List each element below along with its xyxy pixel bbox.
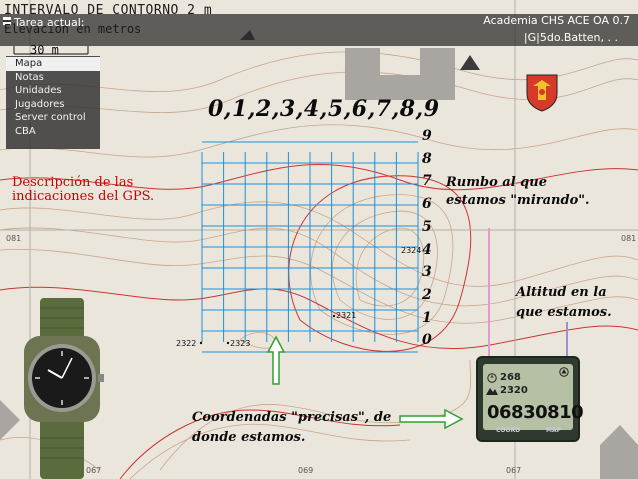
elevation-label: 2323 [230, 339, 251, 348]
gps-soft-key-right[interactable]: MAP [546, 427, 561, 434]
coordinates-annotation: Coordenadas "precisas", de donde estamos… [192, 408, 391, 448]
menu-item-jugadores[interactable]: Jugadores [6, 98, 100, 112]
grid-number: 4 [422, 241, 432, 258]
gps-soft-key-left[interactable]: COORD [496, 427, 520, 434]
annotation-line: indicaciones del GPS. [12, 189, 155, 204]
elevation-label: 2324 [401, 246, 422, 255]
map-legend-subtitle: Elevación en metros [4, 22, 142, 36]
gps-screen: 268 2320 06830810 [483, 364, 584, 430]
grid-digits-annotation: 0,1,2,3,4,5,6,7,8,9 [208, 96, 440, 122]
player-name: |G|5do.Batten, . . [523, 31, 618, 44]
grid-number: 7 [422, 173, 432, 190]
menu-item-notas[interactable]: Notas [6, 71, 100, 85]
compass-icon [487, 373, 497, 383]
gps-device[interactable]: 268 2320 06830810 COORD MAP [476, 356, 584, 442]
grid-number: 8 [422, 150, 432, 167]
annotation-line: Altitud en la [516, 285, 607, 300]
grid-number: 3 [422, 264, 432, 281]
server-name: Academia CHS ACE OA 0.7 [483, 14, 630, 27]
unit-emblem-icon [526, 74, 558, 112]
elevation-label: 2322 [176, 339, 197, 348]
gps-heading-value: 268 [500, 372, 521, 383]
menu-item-cba[interactable]: CBA [6, 125, 100, 139]
annotation-line: estamos "mirando". [446, 193, 590, 208]
mountain-icon [486, 388, 498, 395]
heading-annotation: Rumbo al que estamos "mirando". [446, 174, 590, 210]
menu-item-server-control[interactable]: Server control [6, 111, 100, 125]
menu-item-mapa[interactable]: Mapa [6, 57, 100, 71]
grid-number: 1 [422, 309, 432, 326]
grid-number: 0 [422, 332, 432, 349]
grid-reference-label: 067 [506, 466, 522, 475]
annotation-line: Rumbo al que [446, 175, 547, 190]
map-scale-label: 30 m [30, 43, 59, 57]
grid-number: 9 [422, 128, 432, 144]
grid-number: 5 [422, 218, 432, 235]
gps-coordinates-value: 06830810 [487, 402, 584, 423]
annotation-line: donde estamos. [192, 430, 306, 445]
elevation-label: 2321 [336, 311, 357, 320]
grid-number: 2 [422, 286, 432, 303]
altitude-annotation: Altitud en la que estamos. [516, 283, 612, 323]
grid-number: 6 [422, 196, 432, 213]
gps-description-annotation: Descripción de las indicaciones del GPS. [12, 176, 154, 204]
grid-reference-label: 069 [298, 466, 314, 475]
annotation-line: Descripción de las [12, 175, 134, 190]
gps-up-icon [559, 367, 569, 377]
annotation-line: Coordenadas "precisas", de [192, 410, 392, 425]
map-menu: Mapa Notas Unidades Jugadores Server con… [6, 56, 100, 149]
grid-reference-label: 081 [6, 234, 22, 243]
menu-item-unidades[interactable]: Unidades [6, 84, 100, 98]
annotation-line: que estamos. [516, 305, 612, 320]
gps-altitude-value: 2320 [500, 385, 528, 396]
wristwatch-icon[interactable] [12, 298, 112, 479]
grid-reference-label: 081 [621, 234, 637, 243]
